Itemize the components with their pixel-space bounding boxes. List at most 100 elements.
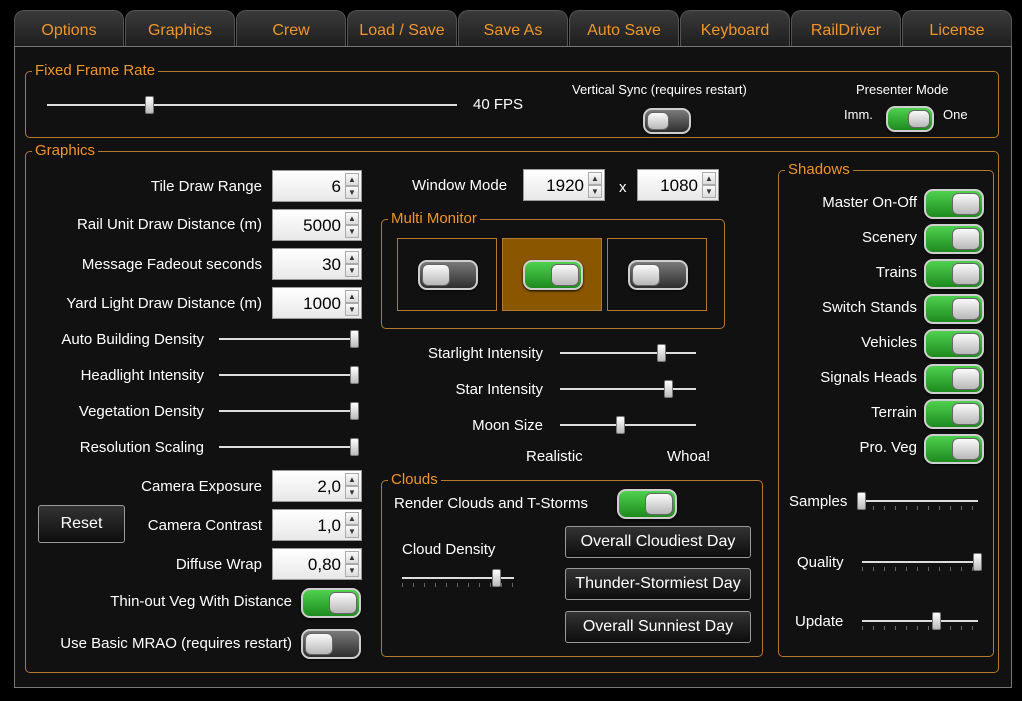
camera-exposure-spinner[interactable]: 2,0 ▲ ▼ <box>272 470 362 502</box>
tab-raildriver[interactable]: RailDriver <box>791 10 901 46</box>
spinner-up-arrow-icon[interactable]: ▲ <box>345 212 359 225</box>
slider-thumb[interactable] <box>350 402 359 420</box>
presenter-mode-title: Presenter Mode <box>856 82 949 97</box>
shadow-scenery-label: Scenery <box>861 229 917 246</box>
spinner-down-arrow-icon[interactable]: ▼ <box>702 185 716 198</box>
fps-slider[interactable] <box>47 96 457 116</box>
tab-auto-save[interactable]: Auto Save <box>569 10 679 46</box>
spinner-down-arrow-icon[interactable]: ▼ <box>345 186 359 199</box>
spinner-up-arrow-icon[interactable]: ▲ <box>345 512 359 525</box>
shadow-scenery-toggle[interactable] <box>924 224 984 254</box>
diffuse-wrap-spinner[interactable]: 0,80 ▲ ▼ <box>272 548 362 580</box>
tab-crew[interactable]: Crew <box>236 10 346 46</box>
tile-draw-range-spinner[interactable]: 6 ▲ ▼ <box>272 170 362 202</box>
headlight-intensity-slider[interactable] <box>219 366 359 386</box>
cloud-density-slider[interactable] <box>402 569 514 589</box>
tab-keyboard[interactable]: Keyboard <box>680 10 790 46</box>
shadow-trains-toggle[interactable] <box>924 259 984 289</box>
starlight-intensity-slider[interactable] <box>560 344 696 364</box>
camera-contrast-value[interactable]: 1,0 <box>317 510 341 541</box>
tab-graphics[interactable]: Graphics <box>125 10 235 46</box>
overall-cloudiest-day-button[interactable]: Overall Cloudiest Day <box>565 526 751 558</box>
tab-save-as[interactable]: Save As <box>458 10 568 46</box>
tab-options[interactable]: Options <box>14 10 124 46</box>
fps-slider-thumb[interactable] <box>144 96 154 114</box>
slider-thumb[interactable] <box>492 569 502 587</box>
spinner-up-arrow-icon[interactable]: ▲ <box>588 172 602 185</box>
slider-thumb[interactable] <box>616 416 626 434</box>
shadow-signal-heads-toggle[interactable] <box>924 364 984 394</box>
slider-thumb[interactable] <box>350 438 359 456</box>
basic-mrao-toggle[interactable] <box>301 629 361 659</box>
spinner-down-arrow-icon[interactable]: ▼ <box>345 564 359 577</box>
window-height-value[interactable]: 1080 <box>660 170 698 201</box>
slider-thumb[interactable] <box>973 553 982 571</box>
message-fadeout-value[interactable]: 30 <box>322 249 341 280</box>
window-width-value[interactable]: 1920 <box>546 170 584 201</box>
shadow-samples-slider[interactable] <box>857 492 978 512</box>
message-fadeout-spinner[interactable]: 30 ▲ ▼ <box>272 248 362 280</box>
rail-unit-draw-value[interactable]: 5000 <box>303 210 341 241</box>
shadow-pro-veg-toggle[interactable] <box>924 434 984 464</box>
slider-thumb[interactable] <box>663 380 673 398</box>
shadow-switch-stands-toggle[interactable] <box>924 294 984 324</box>
monitor-2-toggle[interactable] <box>523 260 583 290</box>
rail-unit-draw-spinner[interactable]: 5000 ▲ ▼ <box>272 209 362 241</box>
spinner-down-arrow-icon[interactable]: ▼ <box>345 486 359 499</box>
shadow-vehicles-label: Vehicles <box>861 334 917 351</box>
moon-size-slider[interactable] <box>560 416 696 436</box>
render-clouds-label: Render Clouds and T-Storms <box>394 495 588 512</box>
tab-license[interactable]: License <box>902 10 1012 46</box>
monitor-1-toggle[interactable] <box>418 260 478 290</box>
spinner-up-arrow-icon[interactable]: ▲ <box>345 551 359 564</box>
slider-thumb[interactable] <box>350 366 359 384</box>
slider-thumb[interactable] <box>657 344 666 362</box>
resolution-scaling-slider[interactable] <box>219 438 359 458</box>
slider-thumb[interactable] <box>932 612 942 630</box>
presenter-mode-toggle[interactable] <box>886 106 934 132</box>
monitor-3-toggle[interactable] <box>628 260 688 290</box>
yard-light-draw-value[interactable]: 1000 <box>303 288 341 319</box>
spinner-up-arrow-icon[interactable]: ▲ <box>345 473 359 486</box>
shadow-vehicles-toggle[interactable] <box>924 329 984 359</box>
diffuse-wrap-value[interactable]: 0,80 <box>308 549 341 580</box>
monitor-1-panel[interactable] <box>397 238 497 311</box>
spinner-down-arrow-icon[interactable]: ▼ <box>345 525 359 538</box>
shadow-trains-label: Trains <box>875 264 917 281</box>
star-intensity-slider[interactable] <box>560 380 696 400</box>
monitor-2-panel[interactable] <box>502 238 602 311</box>
spinner-down-arrow-icon[interactable]: ▼ <box>588 185 602 198</box>
thunder-stormiest-day-button[interactable]: Thunder-Stormiest Day <box>565 568 751 600</box>
yard-light-draw-spinner[interactable]: 1000 ▲ ▼ <box>272 287 362 319</box>
spinner-down-arrow-icon[interactable]: ▼ <box>345 264 359 277</box>
vsync-toggle[interactable] <box>643 108 691 134</box>
tab-bar: Options Graphics Crew Load / Save Save A… <box>14 10 1012 46</box>
shadow-quality-slider[interactable] <box>862 553 982 573</box>
camera-contrast-spinner[interactable]: 1,0 ▲ ▼ <box>272 509 362 541</box>
auto-building-density-slider[interactable] <box>219 330 359 350</box>
window-height-spinner[interactable]: 1080 ▲ ▼ <box>637 169 719 201</box>
spinner-up-arrow-icon[interactable]: ▲ <box>345 251 359 264</box>
spinner-up-arrow-icon[interactable]: ▲ <box>345 290 359 303</box>
tab-load-save[interactable]: Load / Save <box>347 10 457 46</box>
spinner-up-arrow-icon[interactable]: ▲ <box>702 172 716 185</box>
tile-draw-range-value[interactable]: 6 <box>332 171 341 202</box>
window-width-spinner[interactable]: 1920 ▲ ▼ <box>523 169 605 201</box>
monitor-3-panel[interactable] <box>607 238 707 311</box>
camera-exposure-value[interactable]: 2,0 <box>317 471 341 502</box>
slider-thumb[interactable] <box>857 492 866 510</box>
fixed-frame-rate-title: Fixed Frame Rate <box>32 62 159 80</box>
slider-thumb[interactable] <box>350 330 359 348</box>
overall-sunniest-day-button[interactable]: Overall Sunniest Day <box>565 611 751 643</box>
moon-size-label: Moon Size <box>472 417 543 434</box>
reset-button[interactable]: Reset <box>38 505 125 543</box>
thin-out-veg-toggle[interactable] <box>301 588 361 618</box>
spinner-down-arrow-icon[interactable]: ▼ <box>345 225 359 238</box>
shadow-update-slider[interactable] <box>862 612 978 632</box>
shadow-master-toggle[interactable] <box>924 189 984 219</box>
render-clouds-toggle[interactable] <box>617 489 677 519</box>
shadow-terrain-toggle[interactable] <box>924 399 984 429</box>
spinner-down-arrow-icon[interactable]: ▼ <box>345 303 359 316</box>
spinner-up-arrow-icon[interactable]: ▲ <box>345 173 359 186</box>
vegetation-density-slider[interactable] <box>219 402 359 422</box>
